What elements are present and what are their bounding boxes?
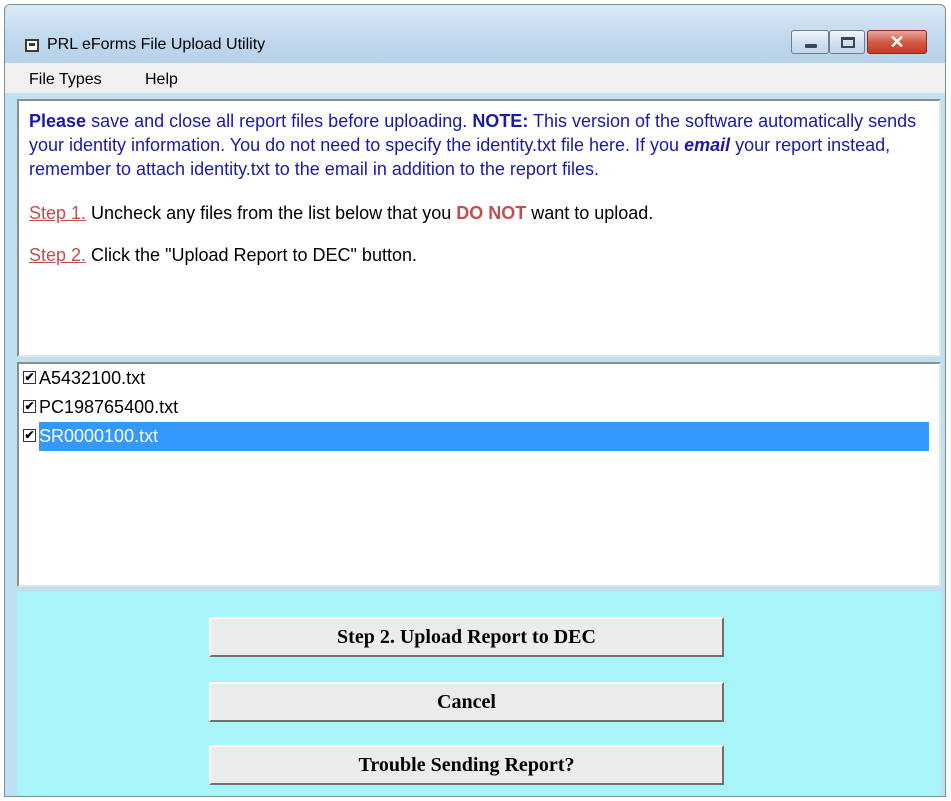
instructions-panel: Please save and close all report files b… — [17, 99, 941, 357]
file-name: SR0000100.txt — [39, 422, 929, 451]
file-list[interactable]: ✔ A5432100.txt ✔ PC198765400.txt ✔ SR000010… — [17, 362, 941, 587]
app-window-icon[interactable] — [25, 39, 39, 52]
menu-bar: File Types Help — [5, 63, 945, 93]
note-label: NOTE: — [472, 111, 529, 131]
close-button[interactable]: ✕ — [867, 30, 927, 54]
step-1-pre: Uncheck any files from the list below th… — [86, 203, 457, 223]
instructions-paragraph: Please save and close all report files b… — [29, 109, 929, 181]
intro-text: save and close all report files before u… — [86, 111, 473, 131]
trouble-sending-button[interactable]: Trouble Sending Report? — [209, 745, 724, 785]
step-2-text: Click the "Upload Report to DEC" button. — [86, 245, 417, 265]
file-name: A5432100.txt — [39, 368, 146, 388]
file-checkbox[interactable]: ✔ — [23, 428, 36, 442]
file-checkbox[interactable]: ✔ — [23, 370, 36, 384]
menu-file-types[interactable]: File Types — [29, 71, 102, 89]
action-panel: Step 2. Upload Report to DEC Cancel Trou… — [17, 591, 941, 796]
email-word: email — [684, 135, 731, 155]
title-bar[interactable]: PRL eForms File Upload Utility ✕ — [5, 5, 945, 63]
file-row[interactable]: ✔ A5432100.txt — [19, 364, 939, 393]
file-row-selected[interactable]: ✔ SR0000100.txt — [19, 422, 939, 451]
step-2-row: Step 2. Click the "Upload Report to DEC"… — [29, 243, 929, 267]
file-checkbox[interactable]: ✔ — [23, 399, 36, 413]
menu-help[interactable]: Help — [145, 71, 178, 89]
maximize-icon — [841, 37, 855, 48]
step-1-post: want to upload. — [526, 203, 654, 223]
close-icon: ✕ — [889, 32, 905, 52]
cancel-button[interactable]: Cancel — [209, 682, 724, 722]
file-name: PC198765400.txt — [39, 397, 179, 417]
file-row[interactable]: ✔ PC198765400.txt — [19, 393, 939, 422]
step-1-row: Step 1. Uncheck any files from the list … — [29, 201, 929, 225]
step-1-emphasis: DO NOT — [456, 203, 527, 223]
maximize-button[interactable] — [829, 30, 865, 54]
step-2-link[interactable]: Step 2. — [29, 245, 86, 265]
app-window: PRL eForms File Upload Utility ✕ File Ty… — [4, 4, 946, 797]
window-title: PRL eForms File Upload Utility — [47, 36, 266, 53]
step-1-link[interactable]: Step 1. — [29, 203, 86, 223]
minimize-icon — [805, 44, 817, 48]
upload-report-button[interactable]: Step 2. Upload Report to DEC — [209, 617, 724, 657]
minimize-button[interactable] — [791, 30, 829, 54]
please-text: Please — [29, 111, 87, 131]
